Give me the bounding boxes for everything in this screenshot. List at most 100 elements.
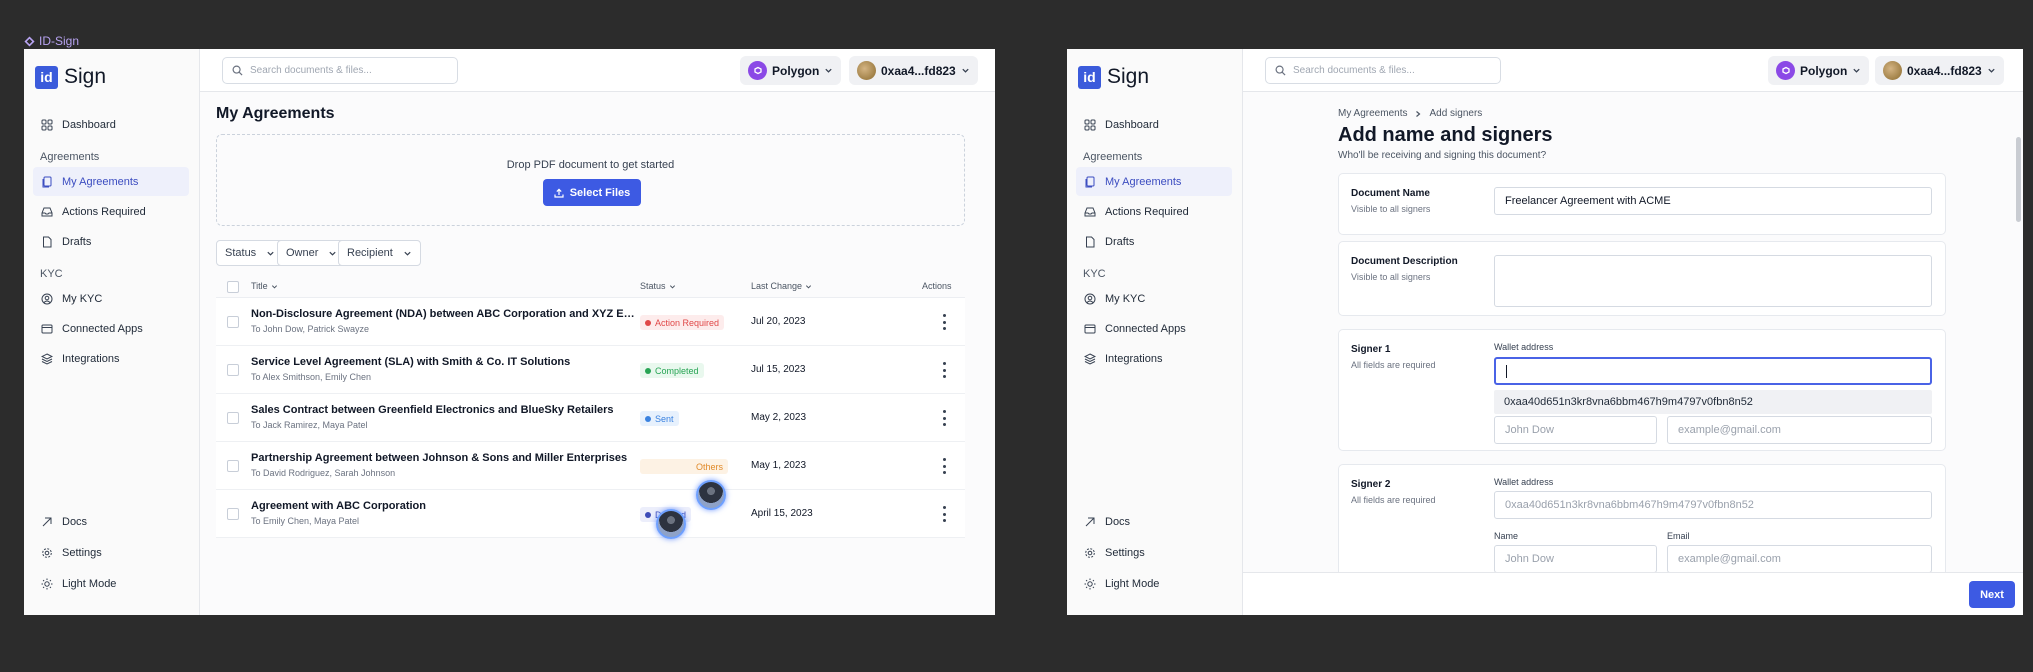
sidebar-item-settings[interactable]: Settings [1076, 538, 1232, 567]
breadcrumb-parent-link[interactable]: My Agreements [1338, 108, 1407, 119]
sidebar-item-my-agreements[interactable]: My Agreements [33, 167, 189, 196]
page-subtitle: Who'll be receiving and signing this doc… [1338, 150, 1547, 161]
row-actions-menu-icon[interactable] [939, 457, 949, 475]
status-badge: Completed [640, 363, 704, 378]
sidebar-item-dashboard[interactable]: Dashboard [33, 110, 189, 139]
select-files-label: Select Files [569, 186, 631, 199]
row-title[interactable]: Agreement with ABC Corporation [251, 500, 636, 512]
sidebar-item-my-agreements[interactable]: My Agreements [1076, 167, 1232, 196]
table-row[interactable]: Non-Disclosure Agreement (NDA) between A… [216, 298, 965, 346]
sidebar-item-docs[interactable]: Docs [1076, 507, 1232, 536]
row-checkbox[interactable] [227, 412, 239, 424]
network-selector[interactable]: Polygon [1768, 56, 1870, 85]
logo[interactable]: id Sign [1078, 65, 1149, 89]
canvas-label-text: ID-Sign [39, 34, 80, 48]
document-name-card: Document Name Visible to all signers Fre… [1338, 173, 1946, 235]
app-window-icon [1084, 324, 1096, 333]
signer-1-email-field[interactable]: example@gmail.com [1667, 416, 1932, 444]
sidebar-item-label: Integrations [62, 352, 120, 365]
row-date: April 15, 2023 [751, 508, 813, 519]
signer-2-card: Signer 2 All fields are required Wallet … [1338, 464, 1946, 584]
column-last-change[interactable]: Last Change [751, 281, 812, 291]
search-input[interactable]: Search documents & files... [222, 57, 458, 84]
sidebar-item-my-kyc[interactable]: My KYC [1076, 284, 1232, 313]
document-name-field[interactable]: Freelancer Agreement with ACME [1494, 187, 1932, 215]
logo[interactable]: id Sign [35, 65, 106, 89]
recipient-filter[interactable]: Recipient [338, 240, 421, 266]
topbar: Search documents & files... Polygon 0xaa… [200, 49, 995, 92]
row-actions-menu-icon[interactable] [939, 505, 949, 523]
signer-2-name-field[interactable]: John Dow [1494, 545, 1657, 573]
add-signers-screen: id Sign Dashboard Agreements My Agreemen… [1067, 49, 2023, 615]
status-filter[interactable]: Status [216, 240, 285, 266]
row-checkbox[interactable] [227, 508, 239, 520]
row-title[interactable]: Sales Contract between Greenfield Electr… [251, 404, 636, 416]
collaborator-cursor-avatar [656, 509, 686, 539]
row-actions-menu-icon[interactable] [939, 361, 949, 379]
wallet-selector[interactable]: 0xaa4...fd823 [849, 56, 978, 85]
column-status[interactable]: Status [640, 281, 676, 291]
sidebar-item-actions-required[interactable]: Actions Required [1076, 197, 1232, 226]
sidebar-item-actions-required[interactable]: Actions Required [33, 197, 189, 226]
table-row[interactable]: Partnership Agreement between Johnson & … [216, 442, 965, 490]
owner-filter[interactable]: Owner [277, 240, 347, 266]
table-row[interactable]: Sales Contract between Greenfield Electr… [216, 394, 965, 442]
sidebar-nav: Dashboard Agreements My Agreements Actio… [33, 110, 189, 374]
sidebar-item-docs[interactable]: Docs [33, 507, 189, 536]
signer-1-wallet-field[interactable] [1494, 357, 1932, 385]
documents-icon [42, 176, 52, 187]
sun-icon [41, 578, 53, 589]
table-row[interactable]: Service Level Agreement (SLA) with Smith… [216, 346, 965, 394]
search-placeholder: Search documents & files... [250, 65, 372, 76]
network-selector[interactable]: Polygon [740, 56, 842, 85]
column-title[interactable]: Title [251, 281, 278, 291]
sidebar-item-connected-apps[interactable]: Connected Apps [1076, 314, 1232, 343]
row-recipients: To Alex Smithson, Emily Chen [251, 372, 372, 382]
sidebar-item-dashboard[interactable]: Dashboard [1076, 110, 1232, 139]
table-row[interactable]: Agreement with ABC Corporation To Emily … [216, 490, 965, 538]
chevron-down-icon [267, 251, 274, 256]
wallet-suggestion-item[interactable]: 0xaa40d651n3kr8vna6bbm467h9m4797v0fbn8n5… [1494, 390, 1932, 414]
document-name-label: Document Name [1351, 188, 1430, 199]
status-badge: Action Required [640, 315, 725, 330]
email-label: Email [1667, 531, 1690, 541]
row-checkbox[interactable] [227, 364, 239, 376]
sidebar-item-settings[interactable]: Settings [33, 538, 189, 567]
sidebar-nav: Dashboard Agreements My Agreements Actio… [1076, 110, 1232, 374]
document-description-field[interactable] [1494, 255, 1932, 307]
sidebar-item-label: Actions Required [62, 205, 146, 218]
sidebar-item-integrations[interactable]: Integrations [33, 344, 189, 373]
search-placeholder: Search documents & files... [1293, 65, 1415, 76]
row-checkbox[interactable] [227, 460, 239, 472]
gear-icon [42, 547, 52, 558]
search-input[interactable]: Search documents & files... [1265, 57, 1501, 84]
row-actions-menu-icon[interactable] [939, 409, 949, 427]
row-title[interactable]: Service Level Agreement (SLA) with Smith… [251, 356, 636, 368]
sidebar-item-connected-apps[interactable]: Connected Apps [33, 314, 189, 343]
row-title[interactable]: Partnership Agreement between Johnson & … [251, 452, 636, 464]
next-button[interactable]: Next [1969, 581, 2015, 608]
row-actions-menu-icon[interactable] [939, 313, 949, 331]
sidebar-item-drafts[interactable]: Drafts [33, 227, 189, 256]
row-title[interactable]: Non-Disclosure Agreement (NDA) between A… [251, 308, 636, 320]
sidebar-item-light-mode[interactable]: Light Mode [1076, 569, 1232, 598]
signer-1-name-field[interactable]: John Dow [1494, 416, 1657, 444]
pdf-dropzone[interactable]: Drop PDF document to get started Select … [216, 134, 965, 226]
scrollbar[interactable] [2016, 137, 2021, 222]
sidebar-item-integrations[interactable]: Integrations [1076, 344, 1232, 373]
select-files-button[interactable]: Select Files [543, 179, 641, 206]
sidebar-item-label: Connected Apps [62, 322, 143, 335]
status-badge: Sent [640, 411, 679, 426]
select-all-checkbox[interactable] [227, 281, 239, 293]
signer-2-email-field[interactable]: example@gmail.com [1667, 545, 1932, 573]
sidebar-item-light-mode[interactable]: Light Mode [33, 569, 189, 598]
inbox-icon [1084, 207, 1096, 216]
dropzone-text: Drop PDF document to get started [506, 159, 675, 171]
row-checkbox[interactable] [227, 316, 239, 328]
app-window-icon [41, 324, 53, 333]
signer-2-wallet-field[interactable]: 0xaa40d651n3kr8vna6bbm467h9m4797v0fbn8n5… [1494, 491, 1932, 519]
wallet-selector[interactable]: 0xaa4...fd823 [1875, 56, 2004, 85]
sidebar-item-drafts[interactable]: Drafts [1076, 227, 1232, 256]
status-dot [645, 367, 651, 374]
sidebar-item-my-kyc[interactable]: My KYC [33, 284, 189, 313]
